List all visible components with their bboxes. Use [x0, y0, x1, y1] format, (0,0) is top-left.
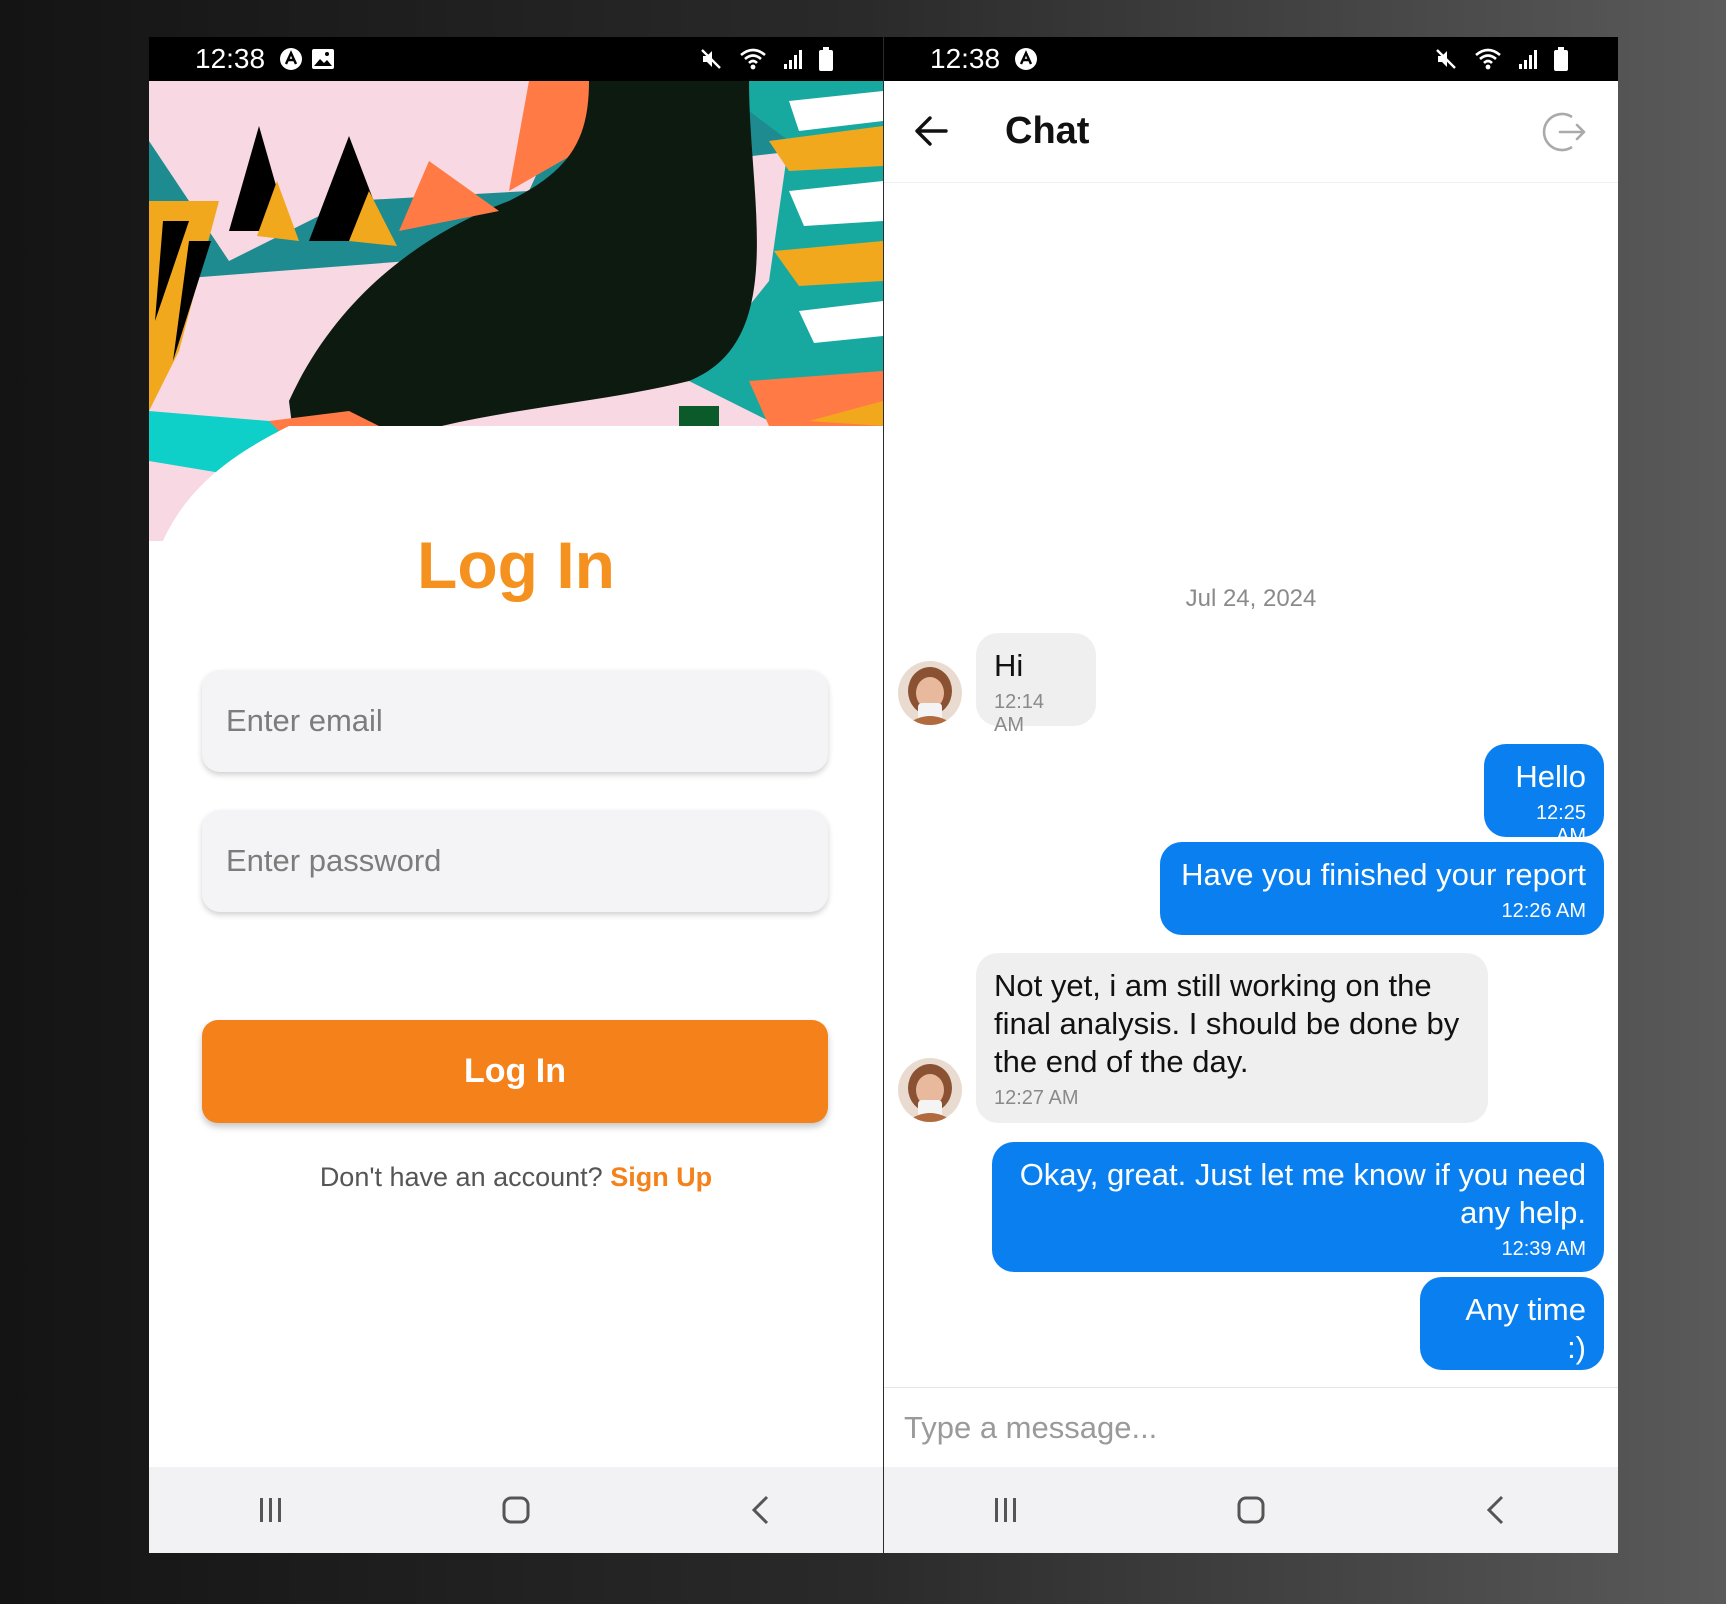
email-input[interactable] [224, 702, 828, 740]
image-notification-icon [311, 48, 335, 70]
back-chevron-icon[interactable] [731, 1480, 791, 1540]
login-title: Log In [417, 528, 615, 602]
message-composer[interactable] [884, 1387, 1618, 1468]
battery-icon [819, 47, 833, 71]
recent-apps-icon[interactable] [241, 1480, 301, 1540]
avatar[interactable] [898, 1058, 962, 1122]
message-bubble-outgoing[interactable]: Okay, great. Just let me know if you nee… [992, 1142, 1604, 1272]
status-bar: 12:38 [884, 37, 1618, 81]
message-bubble-outgoing[interactable]: Hello 12:25 AM [1484, 744, 1604, 847]
message-text: Hi [994, 648, 1024, 683]
signup-prompt: Don't have an account? [319, 1162, 603, 1192]
signup-line: Don't have an account? Sign Up [149, 1162, 883, 1193]
message-bubble-outgoing[interactable]: Have you finished your report 12:26 AM [1160, 842, 1604, 935]
message-text: Any time :) [1465, 1292, 1586, 1365]
recent-apps-icon[interactable] [976, 1480, 1036, 1540]
message-bubble-incoming[interactable]: Hi 12:14 AM [976, 633, 1096, 736]
system-nav-bar [149, 1467, 883, 1553]
status-bar: 12:38 [149, 37, 883, 81]
signal-icon [1518, 48, 1538, 70]
signal-icon [783, 48, 803, 70]
home-icon[interactable] [1221, 1480, 1281, 1540]
battery-icon [1554, 47, 1568, 71]
avatar[interactable] [898, 661, 962, 725]
wifi-icon [1474, 47, 1502, 71]
chat-screen: 12:38 Chat Jul 24, 2024 Hi 12:14 AM Hell… [884, 37, 1618, 1553]
login-button[interactable]: Log In [202, 1020, 828, 1123]
date-separator: Jul 24, 2024 [1185, 585, 1317, 612]
message-time: 12:14 AM [994, 691, 1045, 736]
message-text: Have you finished your report [1181, 857, 1586, 892]
message-bubble-outgoing[interactable]: Any time :) 12:41 AM [1420, 1277, 1604, 1395]
system-nav-bar [884, 1467, 1618, 1553]
signup-link[interactable]: Sign Up [610, 1162, 712, 1192]
wifi-icon [739, 47, 767, 71]
app-notification-icon [279, 47, 303, 71]
message-time: 12:39 AM [1501, 1238, 1586, 1260]
message-text: Hello [1515, 759, 1586, 794]
message-bubble-incoming[interactable]: Not yet, i am still working on the final… [976, 953, 1488, 1123]
logout-icon[interactable] [1542, 109, 1588, 155]
app-notification-icon [1014, 47, 1038, 71]
message-text: Okay, great. Just let me know if you nee… [1019, 1157, 1586, 1230]
back-chevron-icon[interactable] [1466, 1480, 1526, 1540]
arrow-left-icon[interactable] [912, 111, 952, 151]
chat-header: Chat [884, 81, 1618, 183]
chat-title: Chat [1005, 110, 1090, 152]
message-time: 12:27 AM [994, 1087, 1079, 1109]
message-text: Not yet, i am still working on the final… [994, 968, 1460, 1079]
mute-icon [1434, 47, 1458, 71]
message-time: 12:26 AM [1501, 900, 1586, 922]
password-input[interactable] [224, 842, 828, 880]
email-field[interactable] [202, 670, 828, 772]
message-input[interactable] [902, 1409, 1618, 1447]
home-icon[interactable] [486, 1480, 546, 1540]
mute-icon [699, 47, 723, 71]
login-screen: 12:38 Log In Enter email Log In Don't ha… [149, 37, 883, 1553]
status-time: 12:38 [195, 43, 266, 74]
status-time: 12:38 [930, 43, 1001, 74]
password-field[interactable] [202, 810, 828, 912]
header-artwork [149, 81, 883, 541]
